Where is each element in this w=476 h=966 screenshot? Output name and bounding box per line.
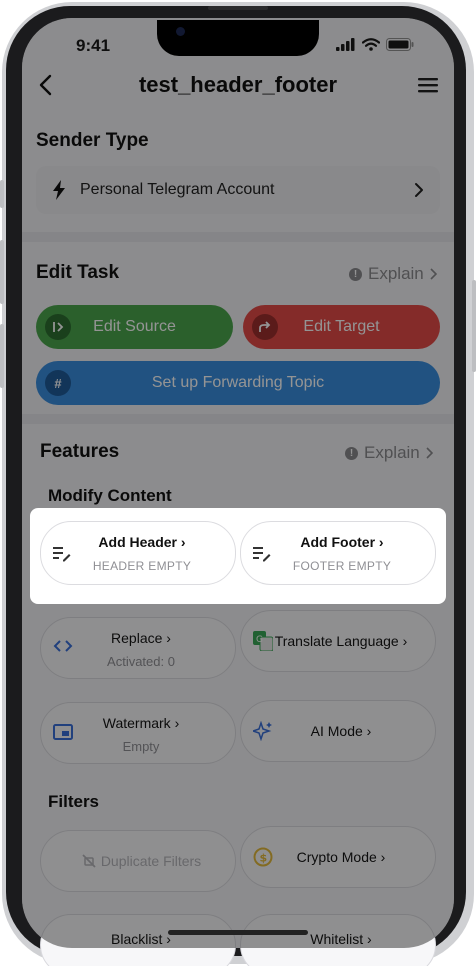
status-time: 9:41 <box>76 36 111 55</box>
section-divider <box>22 414 454 424</box>
replace-button[interactable]: Replace › Activated: 0 <box>40 617 236 679</box>
menu-button[interactable] <box>418 77 438 98</box>
add-header-button[interactable]: Add Header › HEADER EMPTY <box>40 521 236 585</box>
modify-content-title: Modify Content <box>48 486 172 505</box>
replace-label: Replace › <box>111 630 171 646</box>
ai-mode-label: AI Mode › <box>310 723 372 739</box>
page-title: test_header_footer <box>138 72 338 97</box>
status-icons <box>336 38 414 51</box>
add-header-status: HEADER EMPTY <box>92 559 192 573</box>
translate-language-button[interactable]: G Translate Language › <box>240 610 436 672</box>
section-divider <box>22 232 454 242</box>
forward-arrow-icon <box>252 314 278 340</box>
sender-type-title: Sender Type <box>36 130 149 151</box>
info-icon: ! <box>345 446 358 460</box>
chevron-right-icon <box>415 183 423 197</box>
blacklist-button[interactable]: Blacklist › <box>40 914 236 966</box>
home-indicator <box>168 930 308 935</box>
dynamic-notch <box>157 20 319 56</box>
hashtag-icon: # <box>45 370 71 396</box>
cellular-signal-icon <box>336 38 355 51</box>
duplicate-filters-button[interactable]: Duplicate Filters <box>40 830 236 892</box>
edit-source-label: Edit Source <box>93 318 176 335</box>
forwarding-topic-button[interactable]: # Set up Forwarding Topic <box>36 361 440 405</box>
watermark-label: Watermark › <box>102 715 180 731</box>
back-button[interactable] <box>38 74 54 101</box>
side-button-volume-up <box>0 240 4 304</box>
edit-source-button[interactable]: Edit Source <box>36 305 233 349</box>
add-footer-button[interactable]: Add Footer › FOOTER EMPTY <box>240 521 436 585</box>
lightning-bolt-icon <box>53 180 65 200</box>
battery-icon <box>386 38 414 51</box>
crypto-mode-button[interactable]: $ Crypto Mode › <box>240 826 436 888</box>
explain-label: Explain <box>368 264 424 283</box>
watermark-status: Empty <box>122 739 160 754</box>
header-footer-highlight: Add Header › HEADER EMPTY Add Footer › F… <box>30 508 446 604</box>
speaker-grille <box>208 6 268 10</box>
explain-label: Explain <box>364 443 420 462</box>
duplicate-filters-label: Duplicate Filters <box>41 853 235 869</box>
hamburger-menu-icon <box>418 78 438 93</box>
whitelist-button[interactable]: Whitelist › <box>240 914 436 966</box>
add-header-label: Add Header › <box>98 534 186 550</box>
replace-status: Activated: 0 <box>107 654 175 669</box>
side-button-volume-down <box>0 324 4 388</box>
wifi-icon <box>362 38 380 51</box>
translate-language-label: Translate Language › <box>274 633 408 649</box>
info-icon: ! <box>349 267 362 281</box>
chevron-right-icon <box>426 447 433 459</box>
forwarding-topic-label: Set up Forwarding Topic <box>151 374 325 391</box>
ai-mode-button[interactable]: AI Mode › <box>240 700 436 762</box>
front-camera <box>176 27 185 36</box>
edit-task-title: Edit Task <box>36 262 120 283</box>
source-arrow-icon <box>45 314 71 340</box>
sender-type-selector[interactable]: Personal Telegram Account <box>36 166 440 214</box>
watermark-button[interactable]: Watermark › Empty <box>40 702 236 764</box>
features-explain-link[interactable]: ! Explain <box>345 443 433 463</box>
filters-title: Filters <box>48 792 100 811</box>
features-title: Features <box>40 441 120 462</box>
side-button-silent <box>0 180 4 208</box>
edit-target-label: Edit Target <box>303 318 380 335</box>
side-button-power <box>472 280 476 372</box>
duplicate-off-icon <box>82 854 96 868</box>
crypto-mode-label: Crypto Mode › <box>296 849 386 865</box>
add-footer-label: Add Footer › <box>300 534 384 550</box>
add-footer-status: FOOTER EMPTY <box>292 559 392 573</box>
edit-task-explain-link[interactable]: ! Explain <box>349 264 437 284</box>
chevron-right-icon <box>430 268 437 280</box>
chevron-left-icon <box>39 74 52 96</box>
sender-type-value: Personal Telegram Account <box>80 181 275 198</box>
edit-target-button[interactable]: Edit Target <box>243 305 440 349</box>
